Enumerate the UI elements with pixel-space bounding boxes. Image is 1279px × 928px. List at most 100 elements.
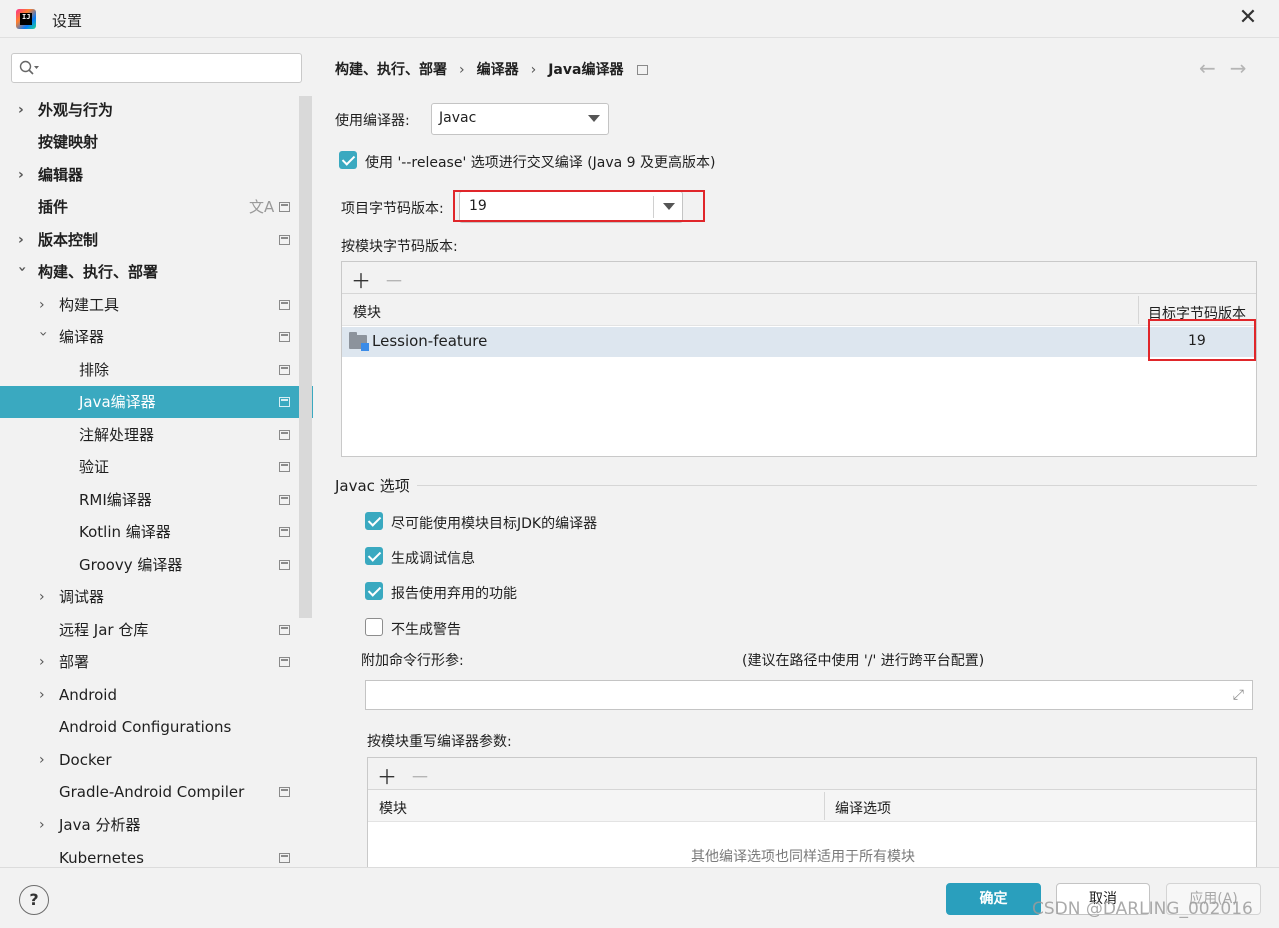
help-button[interactable]: ? xyxy=(19,885,49,915)
forward-arrow-icon[interactable]: → xyxy=(1230,56,1261,80)
breadcrumb-separator: › xyxy=(530,62,537,78)
project-level-icon xyxy=(279,430,290,440)
deprecation-label: 报告使用弃用的功能 xyxy=(391,586,517,602)
sidebar-item-build-tools[interactable]: › 构建工具 xyxy=(0,289,313,321)
chevron-down-icon: › xyxy=(14,266,30,272)
breadcrumb-current: Java编译器 xyxy=(548,62,624,78)
sidebar-item-vcs[interactable]: › 版本控制 xyxy=(0,224,313,256)
project-level-icon xyxy=(279,397,290,407)
sidebar-item-remote-jar[interactable]: 远程 Jar 仓库 xyxy=(0,614,313,646)
chevron-right-icon: › xyxy=(39,589,45,605)
sidebar-item-android-configurations[interactable]: Android Configurations xyxy=(0,711,313,743)
sidebar-item-java-compiler[interactable]: Java编译器 xyxy=(0,386,313,418)
history-nav: ←→ xyxy=(1199,56,1261,80)
sidebar-scrollbar[interactable] xyxy=(299,96,312,618)
sidebar-item-groovy-compiler[interactable]: Groovy 编译器 xyxy=(0,549,313,581)
project-level-icon xyxy=(637,65,649,75)
sidebar-item-android[interactable]: › Android xyxy=(0,679,313,711)
project-level-icon xyxy=(279,235,290,245)
project-level-icon xyxy=(279,300,290,310)
highlight-box xyxy=(453,190,705,222)
remove-icon[interactable]: － xyxy=(410,761,430,790)
per-module-bytecode-label: 按模块字节码版本: xyxy=(341,239,458,255)
module-name: Lession-feature xyxy=(372,332,488,350)
title-bar: IJ 设置 ✕ xyxy=(0,0,1279,38)
project-level-icon xyxy=(279,527,290,537)
window-title: 设置 xyxy=(52,12,83,30)
breadcrumb-separator: › xyxy=(459,62,465,78)
sidebar-item-deployment[interactable]: › 部署 xyxy=(0,646,313,678)
sidebar-item-build[interactable]: › 构建、执行、部署 xyxy=(0,256,313,288)
compiler-select[interactable]: Javac xyxy=(431,103,609,135)
cmdline-params-input[interactable]: ⤢ xyxy=(365,680,1253,710)
project-level-icon xyxy=(279,657,290,667)
sidebar-item-appearance[interactable]: › 外观与行为 xyxy=(0,94,313,126)
chevron-right-icon: › xyxy=(18,102,24,118)
sidebar-item-excludes[interactable]: 排除 xyxy=(0,354,313,386)
project-level-icon xyxy=(279,332,290,342)
sidebar-item-debugger[interactable]: › 调试器 xyxy=(0,581,313,613)
watermark: CSDN @DARLING_002016 xyxy=(1032,899,1253,919)
use-module-jdk-checkbox[interactable] xyxy=(365,512,383,530)
breadcrumb-item[interactable]: 构建、执行、部署 xyxy=(335,62,447,78)
back-arrow-icon[interactable]: ← xyxy=(1199,56,1230,80)
sidebar-item-validation[interactable]: 验证 xyxy=(0,451,313,483)
module-folder-icon xyxy=(349,332,369,351)
sidebar-item-gradle-android-compiler[interactable]: Gradle-Android Compiler xyxy=(0,776,313,808)
bytecode-version-label: 项目字节码版本: xyxy=(341,201,444,217)
sidebar-item-plugins[interactable]: 插件 文A xyxy=(0,191,313,223)
column-header-module[interactable]: 模块 xyxy=(379,798,407,818)
sidebar-item-java-profiler[interactable]: › Java 分析器 xyxy=(0,809,313,841)
project-level-icon xyxy=(279,202,290,212)
no-warnings-checkbox[interactable] xyxy=(365,618,383,636)
chevron-right-icon: › xyxy=(18,232,24,248)
breadcrumb: 构建、执行、部署 › 编译器 › Java编译器 xyxy=(335,59,649,79)
chevron-right-icon: › xyxy=(39,297,45,313)
sidebar-item-kubernetes[interactable]: Kubernetes xyxy=(0,842,313,867)
deprecation-checkbox[interactable] xyxy=(365,582,383,600)
project-level-icon xyxy=(279,462,290,472)
project-level-icon xyxy=(279,495,290,505)
sidebar-item-editor[interactable]: › 编辑器 xyxy=(0,159,313,191)
chevron-right-icon: › xyxy=(39,687,45,703)
table-header: 模块 编译选项 xyxy=(368,790,1256,822)
remove-icon[interactable]: － xyxy=(384,265,404,294)
search-input[interactable] xyxy=(11,53,302,83)
breadcrumb-item[interactable]: 编译器 xyxy=(477,62,519,78)
table-row[interactable]: Lession-feature 19 xyxy=(342,327,1256,357)
empty-table-text: 其他编译选项也同样适用于所有模块 xyxy=(691,849,915,865)
close-icon[interactable]: ✕ xyxy=(1236,6,1260,30)
project-level-icon xyxy=(279,365,290,375)
add-icon[interactable]: ＋ xyxy=(351,265,371,294)
sidebar-item-kotlin-compiler[interactable]: Kotlin 编译器 xyxy=(0,516,313,548)
ok-button[interactable]: 确定 xyxy=(946,883,1041,915)
release-label: 使用 '--release' 选项进行交叉编译 (Java 9 及更高版本) xyxy=(365,155,716,171)
sidebar-item-docker[interactable]: › Docker xyxy=(0,744,313,776)
add-icon[interactable]: ＋ xyxy=(377,761,397,790)
sidebar-item-rmi-compiler[interactable]: RMI编译器 xyxy=(0,484,313,516)
highlight-box xyxy=(1148,319,1256,361)
sidebar-item-keymap[interactable]: 按键映射 xyxy=(0,126,313,158)
javac-options-title: Javac 选项 xyxy=(335,477,410,495)
sidebar-item-annotation-processors[interactable]: 注解处理器 xyxy=(0,419,313,451)
chevron-down-icon xyxy=(588,115,600,122)
column-header-module[interactable]: 模块 xyxy=(353,302,381,322)
chevron-right-icon: › xyxy=(18,167,24,183)
debug-info-checkbox[interactable] xyxy=(365,547,383,565)
app-logo-icon: IJ xyxy=(16,9,36,29)
translate-icon: 文A xyxy=(249,198,275,216)
column-header-options[interactable]: 编译选项 xyxy=(835,798,891,818)
release-checkbox[interactable] xyxy=(339,151,357,169)
chevron-right-icon: › xyxy=(39,817,45,833)
project-level-icon xyxy=(279,560,290,570)
search-icon xyxy=(19,60,39,75)
table-toolbar: ＋ － xyxy=(342,262,1256,294)
table-toolbar: ＋ － xyxy=(368,758,1256,790)
module-bytecode-table: ＋ － 模块 目标字节码版本 Lession-feature 19 xyxy=(341,261,1257,457)
chevron-down-icon: › xyxy=(35,331,51,337)
project-level-icon xyxy=(279,787,290,797)
sidebar-item-compiler[interactable]: › 编译器 xyxy=(0,321,313,353)
expand-icon[interactable]: ⤢ xyxy=(1233,687,1244,703)
settings-sidebar: › 外观与行为 按键映射 › 编辑器 插件 文A › 版本控制 › 构建、执行、… xyxy=(0,39,313,867)
settings-content: 构建、执行、部署 › 编译器 › Java编译器 ←→ 使用编译器: Javac 使用 … xyxy=(313,39,1279,869)
